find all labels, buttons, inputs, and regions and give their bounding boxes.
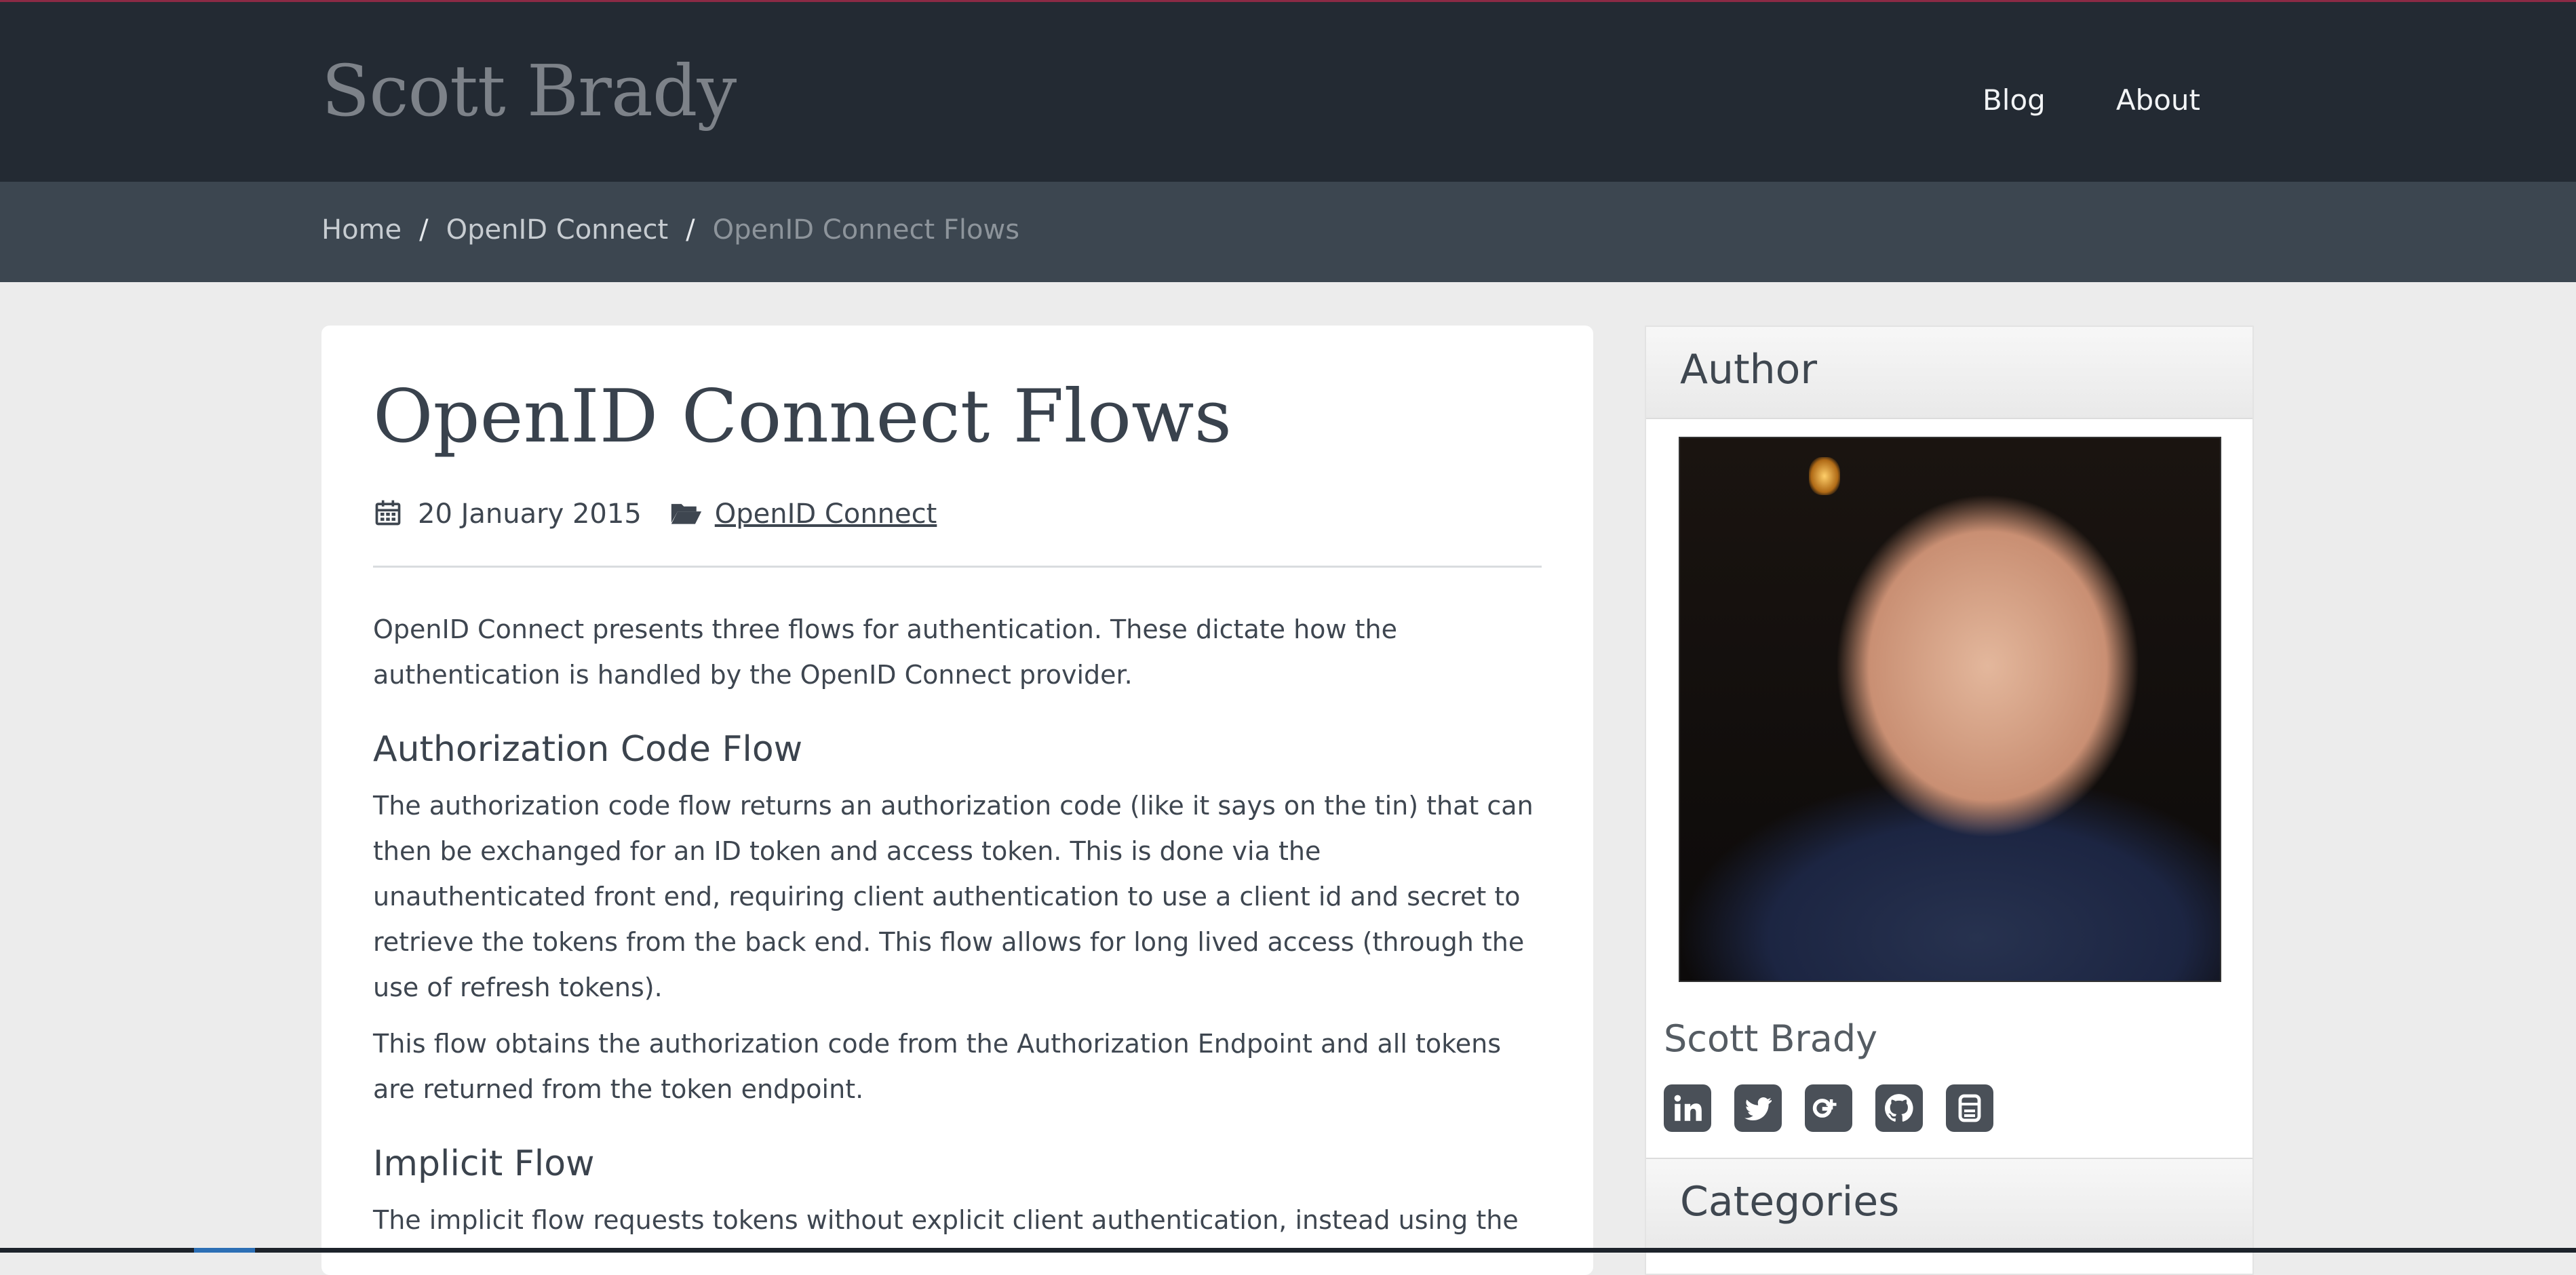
site-brand[interactable]: Scott Brady: [321, 50, 737, 132]
section-paragraph: The implicit flow requests tokens withou…: [373, 1204, 1519, 1235]
breadcrumb-home[interactable]: Home: [321, 214, 402, 246]
google-plus-icon[interactable]: [1805, 1084, 1852, 1132]
breadcrumb-section[interactable]: OpenID Connect: [446, 214, 669, 246]
taskbar-strip: [0, 1248, 2576, 1253]
section-heading: Implicit Flow: [373, 1143, 595, 1184]
breadcrumb-separator: /: [419, 214, 429, 246]
twitter-icon[interactable]: [1734, 1084, 1782, 1132]
article-card: OpenID Connect Flows 20 January 2015 Ope…: [321, 326, 1593, 1275]
article-category-link[interactable]: OpenID Connect: [715, 498, 937, 530]
section-paragraph: The authorization code flow returns an a…: [373, 790, 1534, 1002]
stackoverflow-icon[interactable]: [1946, 1084, 1993, 1132]
article-intro: OpenID Connect presents three flows for …: [373, 614, 1397, 690]
author-panel-heading: Author: [1646, 327, 2252, 419]
main-nav: Blog About: [1983, 83, 2200, 117]
nav-about-link[interactable]: About: [2116, 83, 2200, 117]
breadcrumb-separator: /: [686, 214, 695, 246]
meta-divider: [373, 565, 1542, 568]
section-heading: Authorization Code Flow: [373, 728, 803, 770]
article-meta: 20 January 2015 OpenID Connect: [373, 498, 1542, 530]
lamp-light: [1809, 457, 1840, 495]
author-photo: [1679, 437, 2221, 982]
breadcrumb: Home / OpenID Connect / OpenID Connect F…: [321, 214, 1019, 246]
categories-panel-heading: Categories: [1646, 1158, 2252, 1250]
taskbar-active-indicator: [194, 1248, 255, 1253]
author-name: Scott Brady: [1664, 1017, 1878, 1060]
sidebar: Author Scott Brady Categories: [1645, 326, 2254, 1275]
section-paragraph: This flow obtains the authorization code…: [373, 1028, 1502, 1104]
breadcrumb-current: OpenID Connect Flows: [712, 214, 1020, 246]
linkedin-icon[interactable]: [1664, 1084, 1711, 1132]
github-icon[interactable]: [1875, 1084, 1923, 1132]
article-date: 20 January 2015: [418, 498, 642, 530]
nav-blog-link[interactable]: Blog: [1983, 83, 2046, 117]
folder-open-icon: [670, 498, 703, 530]
social-links: [1664, 1084, 1993, 1132]
breadcrumb-bar: Home / OpenID Connect / OpenID Connect F…: [0, 182, 2576, 282]
article-title: OpenID Connect Flows: [373, 374, 1232, 459]
site-header: Scott Brady Blog About: [0, 0, 2576, 182]
calendar-icon: [373, 498, 406, 530]
